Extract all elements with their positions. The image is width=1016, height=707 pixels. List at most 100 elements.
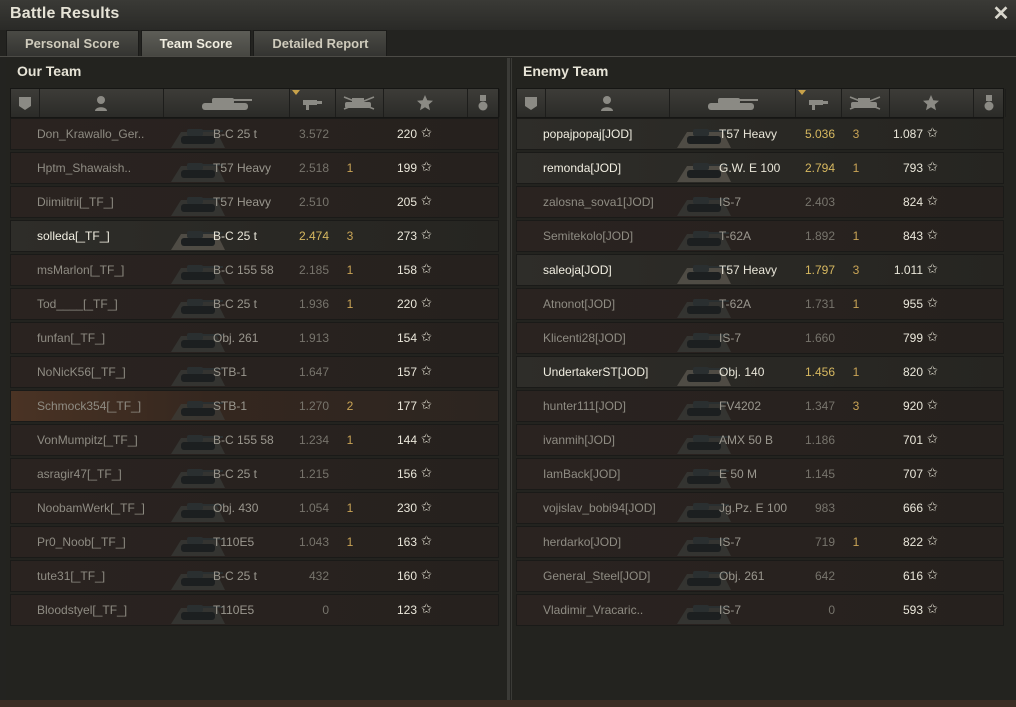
player-row[interactable]: zalosna_sova1[JOD] IS-7 2.403 824 ✩ <box>516 186 1004 218</box>
player-icon <box>95 96 107 111</box>
player-row[interactable]: Hptm_Shawaish.. T57 Heavy 2.518 1 199 ✩ <box>10 152 499 184</box>
player-row[interactable]: tute31[_TF_] B-C 25 t 432 160 ✩ <box>10 560 499 592</box>
player-row[interactable]: NoobamWerk[_TF_] Obj. 430 1.054 1 230 ✩ <box>10 492 499 524</box>
our-team-column-header-medal[interactable] <box>467 89 500 117</box>
player-row[interactable]: Klicenti28[JOD] IS-7 1.660 799 ✩ <box>516 322 1004 354</box>
vehicle-name: T110E5 <box>213 535 255 549</box>
frags-value: 1 <box>346 433 354 447</box>
player-row[interactable]: Pr0_Noob[_TF_] T110E5 1.043 1 163 ✩ <box>10 526 499 558</box>
player-row[interactable]: UndertakerST[JOD] Obj. 140 1.456 1 820 ✩ <box>516 356 1004 388</box>
our-team-column-header-frags[interactable] <box>335 89 384 117</box>
xp-value: 205 <box>396 195 417 209</box>
xp-value: 220 <box>396 127 417 141</box>
player-row[interactable]: Don_Krawallo_Ger.. B-C 25 t 3.572 220 ✩ <box>10 118 499 150</box>
vehicle-name: B-C 25 t <box>213 229 258 243</box>
star-icon: ✩ <box>927 329 938 344</box>
tab-bar: Personal Score Team Score Detailed Repor… <box>6 30 389 56</box>
player-row[interactable]: funfan[_TF_] Obj. 261 1.913 154 ✩ <box>10 322 499 354</box>
damage-value: 2.510 <box>298 195 329 209</box>
player-name: VonMumpitz[_TF_] <box>37 433 138 447</box>
star-icon: ✩ <box>927 397 938 412</box>
xp-value: 157 <box>396 365 417 379</box>
damage-value: 0 <box>322 603 329 617</box>
tab-personal-score[interactable]: Personal Score <box>6 30 139 56</box>
close-icon[interactable]: ✕ <box>990 3 1012 25</box>
damage-value: 1.043 <box>298 535 329 549</box>
player-name: asragir47[_TF_] <box>37 467 122 481</box>
player-row[interactable]: IamBack[JOD] E 50 M 1.145 707 ✩ <box>516 458 1004 490</box>
player-name: Atnonot[JOD] <box>543 297 616 311</box>
frags-value: 1 <box>346 501 354 515</box>
squad-icon <box>525 97 537 110</box>
our-team-column-header-player[interactable] <box>39 89 164 117</box>
our-team-header <box>10 88 500 118</box>
damage-value: 1.347 <box>804 399 835 413</box>
enemy-team-column-header-frags[interactable] <box>841 89 890 117</box>
enemy-team-column-header-damage[interactable] <box>795 89 842 117</box>
player-row[interactable]: Schmock354[_TF_] STB-1 1.270 2 177 ✩ <box>10 390 499 422</box>
damage-value: 1.731 <box>804 297 835 311</box>
player-row[interactable]: VonMumpitz[_TF_] B-C 155 58 1.234 1 144 ✩ <box>10 424 499 456</box>
player-row[interactable]: solleda[_TF_] B-C 25 t 2.474 3 273 ✩ <box>10 220 499 252</box>
star-icon: ✩ <box>421 193 432 208</box>
enemy-team-column-header-vehicle[interactable] <box>669 89 796 117</box>
player-name: zalosna_sova1[JOD] <box>543 195 654 209</box>
player-name: Tod____[_TF_] <box>37 297 118 311</box>
player-row[interactable]: Diimiitrii[_TF_] T57 Heavy 2.510 205 ✩ <box>10 186 499 218</box>
damage-value: 1.215 <box>298 467 329 481</box>
damage-icon <box>303 100 322 110</box>
player-row[interactable]: Semitekolo[JOD] T-62A 1.892 1 843 ✩ <box>516 220 1004 252</box>
star-icon: ✩ <box>927 431 938 446</box>
damage-value: 983 <box>814 501 835 515</box>
xp-value: 843 <box>902 229 923 243</box>
player-name: vojislav_bobi94[JOD] <box>543 501 656 515</box>
player-row[interactable]: herdarko[JOD] IS-7 719 1 822 ✩ <box>516 526 1004 558</box>
our-team-column-header-squad[interactable] <box>11 89 40 117</box>
enemy-team-column-header-player[interactable] <box>545 89 670 117</box>
player-row[interactable]: NoNicK56[_TF_] STB-1 1.647 157 ✩ <box>10 356 499 388</box>
player-row[interactable]: Bloodstyel[_TF_] T110E5 0 123 ✩ <box>10 594 499 626</box>
vehicle-name: FV4202 <box>719 399 762 413</box>
xp-value: 158 <box>396 263 417 277</box>
vehicle-name: B-C 25 t <box>213 569 258 583</box>
player-row[interactable]: popajpopaj[JOD] T57 Heavy 5.036 3 1.087 ✩ <box>516 118 1004 150</box>
player-row[interactable]: hunter111[JOD] FV4202 1.347 3 920 ✩ <box>516 390 1004 422</box>
player-name: Hptm_Shawaish.. <box>37 161 132 175</box>
star-icon: ✩ <box>421 601 432 616</box>
player-row[interactable]: Atnonot[JOD] T-62A 1.731 1 955 ✩ <box>516 288 1004 320</box>
frags-value: 1 <box>852 161 860 175</box>
player-row[interactable]: msMarlon[_TF_] B-C 155 58 2.185 1 158 ✩ <box>10 254 499 286</box>
xp-value: 616 <box>902 569 923 583</box>
star-icon: ✩ <box>927 227 938 242</box>
player-row[interactable]: Vladimir_Vracaric.. IS-7 0 593 ✩ <box>516 594 1004 626</box>
tab-detailed-report[interactable]: Detailed Report <box>253 30 388 56</box>
damage-value: 3.572 <box>298 127 329 141</box>
player-row[interactable]: Tod____[_TF_] B-C 25 t 1.936 1 220 ✩ <box>10 288 499 320</box>
vehicle-name: T57 Heavy <box>213 195 272 209</box>
our-team-column-header-damage[interactable] <box>289 89 336 117</box>
xp-value: 160 <box>396 569 417 583</box>
vehicle-name: B-C 25 t <box>213 467 258 481</box>
player-row[interactable]: remonda[JOD] G.W. E 100 2.794 1 793 ✩ <box>516 152 1004 184</box>
enemy-team-column-header-squad[interactable] <box>517 89 546 117</box>
player-row[interactable]: ivanmih[JOD] AMX 50 B 1.186 701 ✩ <box>516 424 1004 456</box>
player-row[interactable]: General_Steel[JOD] Obj. 261 642 616 ✩ <box>516 560 1004 592</box>
vehicle-name: B-C 155 58 <box>213 263 274 277</box>
medal-icon <box>984 95 994 111</box>
star-icon <box>417 95 433 111</box>
player-name: General_Steel[JOD] <box>543 569 651 583</box>
vehicle-name: T110E5 <box>213 603 255 617</box>
player-row[interactable]: vojislav_bobi94[JOD] Jg.Pz. E 100 983 666 ✩ <box>516 492 1004 524</box>
our-team-column-header-xp[interactable] <box>383 89 468 117</box>
vehicle-name: STB-1 <box>213 365 248 379</box>
enemy-team-column-header-xp[interactable] <box>889 89 974 117</box>
player-row[interactable]: saleoja[JOD] T57 Heavy 1.797 3 1.011 ✩ <box>516 254 1004 286</box>
tab-team-score[interactable]: Team Score <box>140 30 252 56</box>
xp-value: 123 <box>396 603 417 617</box>
damage-value: 2.794 <box>804 161 835 175</box>
vehicle-name: Obj. 261 <box>213 331 259 345</box>
our-team-column-header-vehicle[interactable] <box>163 89 290 117</box>
enemy-team-column-header-medal[interactable] <box>973 89 1006 117</box>
player-row[interactable]: asragir47[_TF_] B-C 25 t 1.215 156 ✩ <box>10 458 499 490</box>
sort-desc-icon <box>292 90 300 95</box>
